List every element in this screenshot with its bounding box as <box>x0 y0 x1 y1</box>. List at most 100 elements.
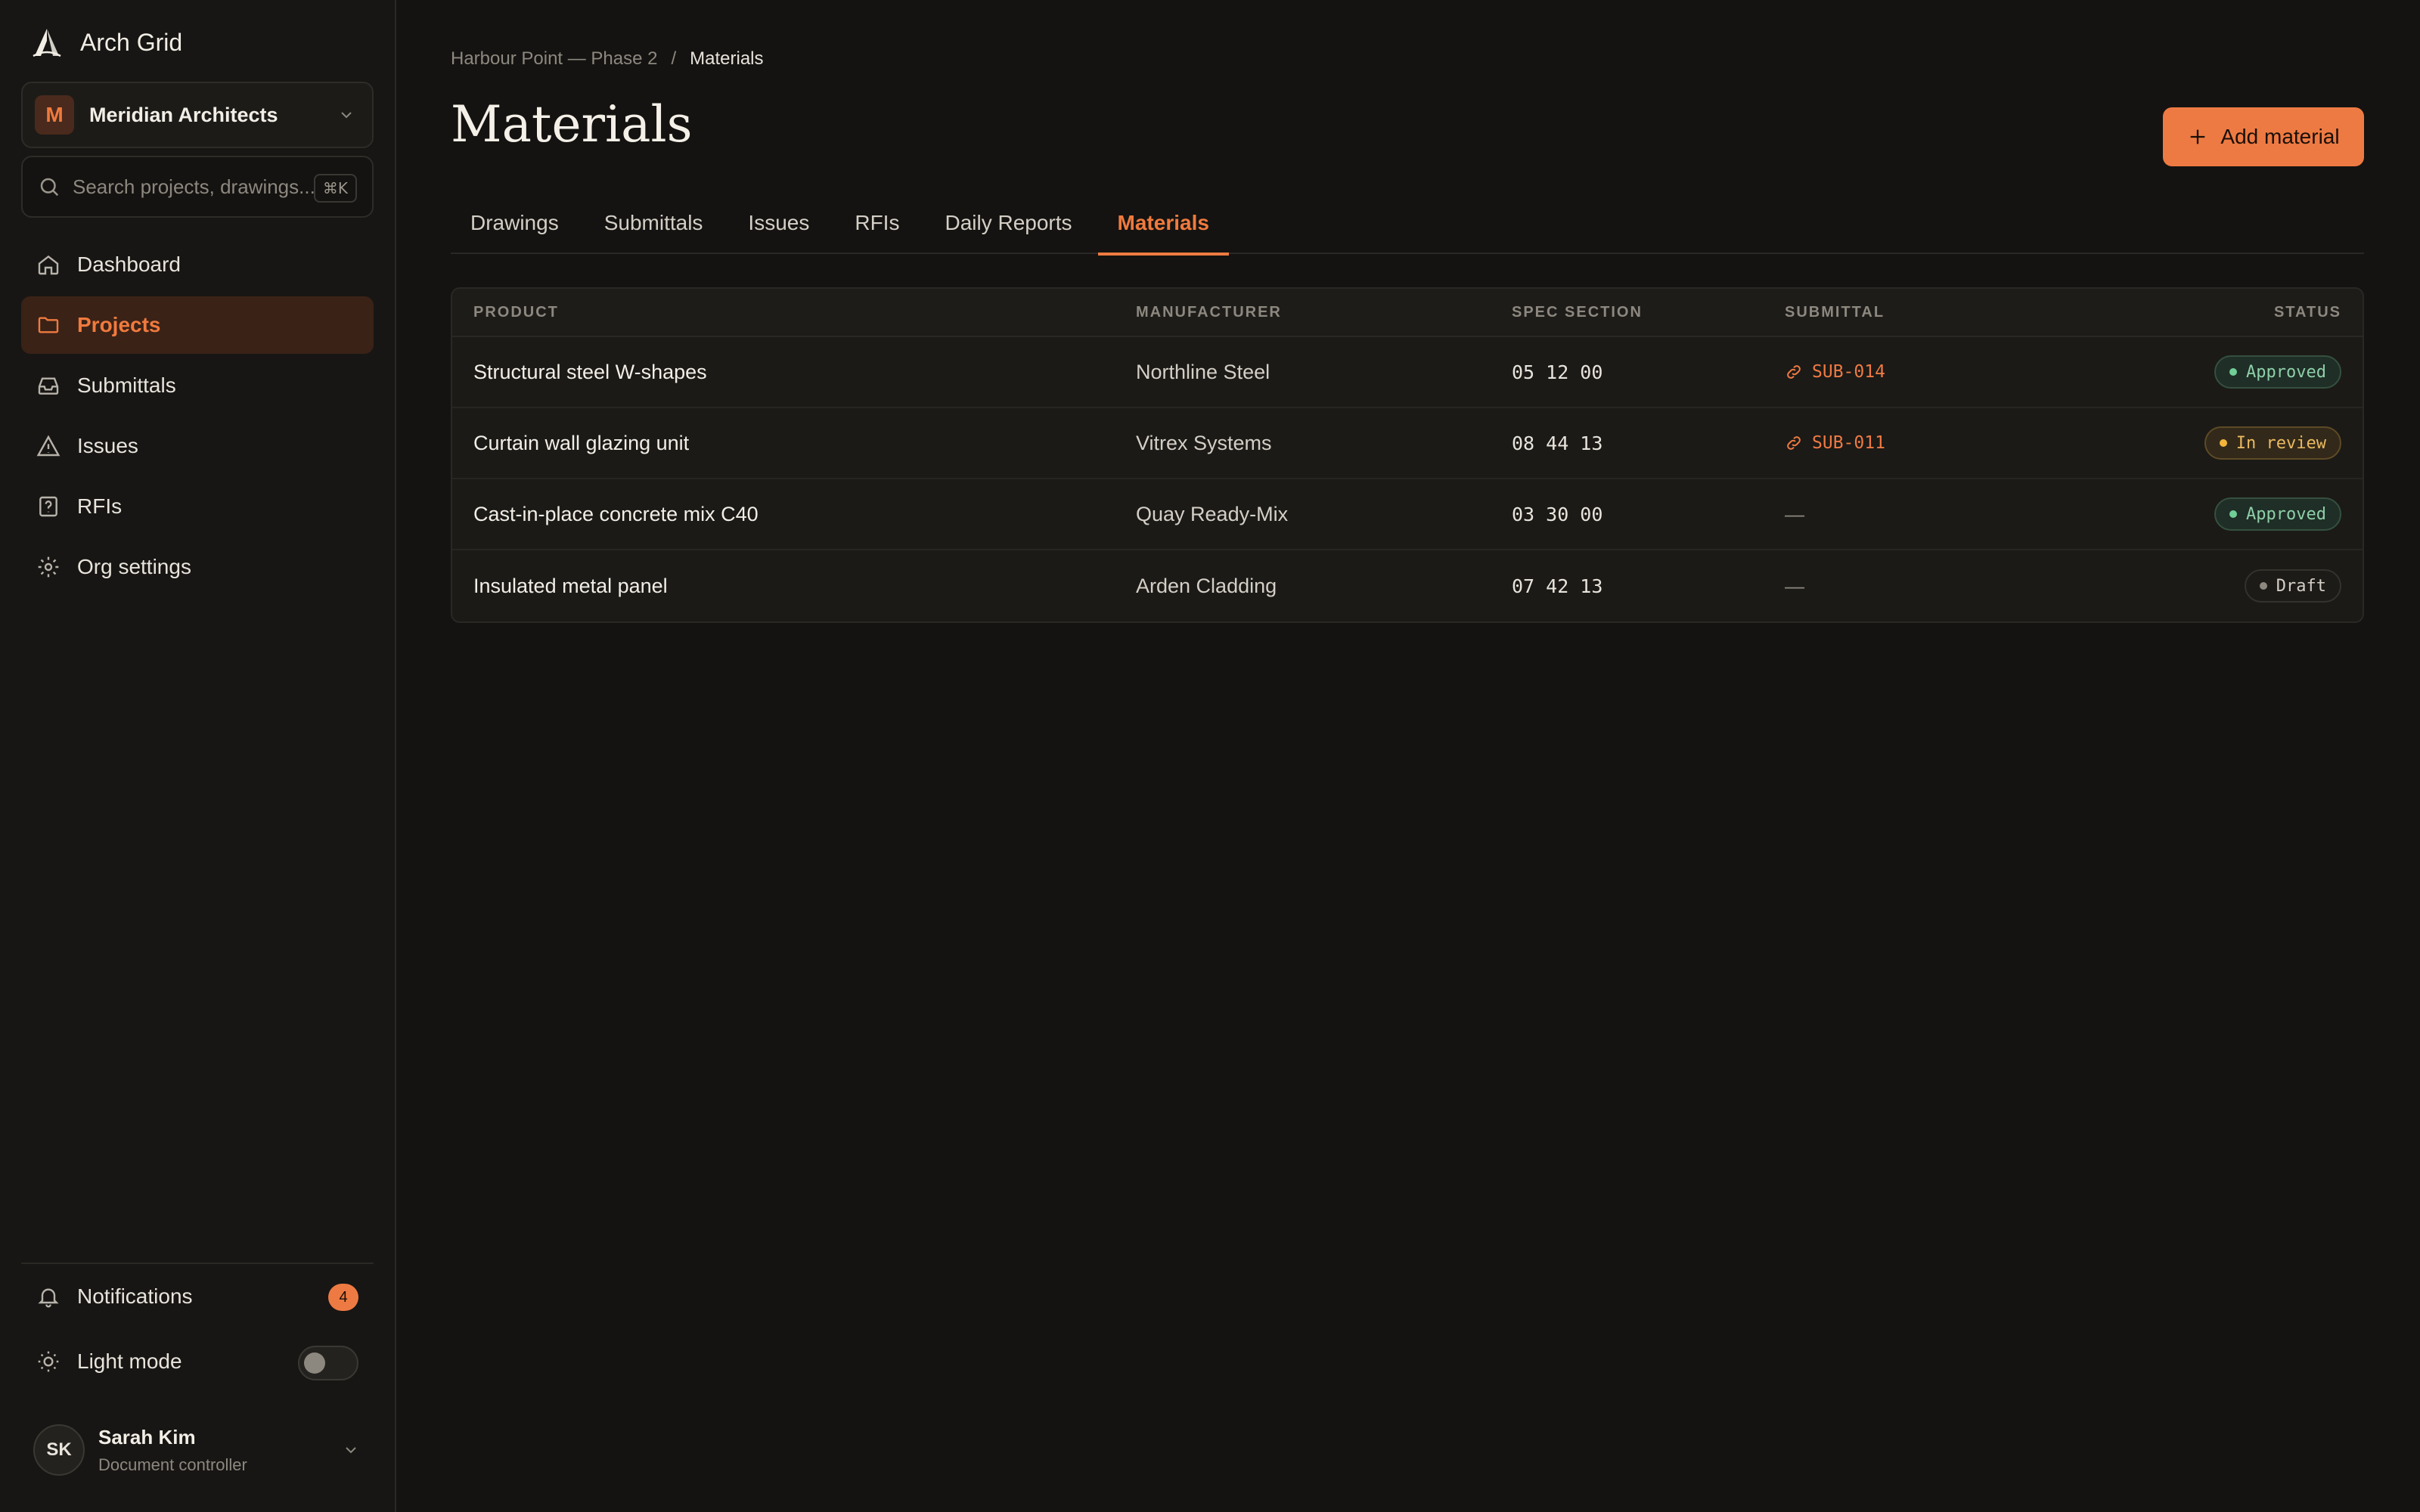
user-role: Document controller <box>98 1455 247 1474</box>
search-input[interactable] <box>73 175 315 199</box>
org-switcher[interactable]: M Meridian Architects <box>21 82 374 148</box>
chevron-down-icon <box>346 1447 356 1454</box>
materials-table: PRODUCT MANUFACTURER SPEC SECTION SUBMIT… <box>451 287 2364 623</box>
tab-rfis[interactable]: RFIs <box>835 192 919 254</box>
spec-cell: 07 42 13 <box>1512 575 1603 597</box>
light-mode-label: Light mode <box>77 1349 182 1373</box>
org-name: Meridian Architects <box>89 103 278 126</box>
manufacturer-cell: Vitrex Systems <box>1136 431 1272 454</box>
arch-logo-icon <box>33 29 61 57</box>
breadcrumb-separator: / <box>671 48 677 69</box>
column-header-status[interactable]: STATUS <box>2087 304 2363 321</box>
submittal-id: SUB-011 <box>1812 433 1885 453</box>
search-box: ⌘K <box>21 156 374 218</box>
sidebar-item-dashboard[interactable]: Dashboard <box>21 236 374 293</box>
avatar: SK <box>33 1424 85 1476</box>
brand-name: Arch Grid <box>80 28 183 56</box>
status-badge: Approved <box>2214 355 2341 389</box>
status-badge: In review <box>2204 426 2341 460</box>
search-icon <box>40 178 59 197</box>
home-icon <box>38 255 59 275</box>
sidebar-item-label: Issues <box>77 434 138 457</box>
help-icon <box>39 496 57 517</box>
tab-submittals[interactable]: Submittals <box>585 192 723 254</box>
project-tabs: Drawings Submittals Issues RFIs Daily Re… <box>451 192 2364 256</box>
status-dot-icon <box>2229 368 2238 376</box>
sidebar-item-label: RFIs <box>77 494 123 518</box>
light-mode-toggle[interactable] <box>298 1346 358 1380</box>
submittal-empty: — <box>1785 574 1804 597</box>
user-menu[interactable]: SK Sarah Kim Document controller <box>21 1414 374 1486</box>
status-badge: Approved <box>2214 497 2341 531</box>
status-label: Approved <box>2246 504 2326 524</box>
org-avatar: M <box>35 95 74 135</box>
table-header: PRODUCT MANUFACTURER SPEC SECTION SUBMIT… <box>452 289 2363 337</box>
sidebar-item-label: Projects <box>77 313 161 336</box>
light-mode-item: Light mode <box>21 1329 374 1394</box>
sidebar-item-issues[interactable]: Issues <box>21 417 374 475</box>
link-icon <box>1787 365 1801 379</box>
table-row[interactable]: Cast-in-place concrete mix C40 Quay Read… <box>452 479 2363 550</box>
status-dot-icon <box>2219 439 2227 447</box>
gear-icon <box>38 556 59 578</box>
sidebar-nav: Dashboard Projects Submittals Issues RFI… <box>21 236 374 599</box>
sun-icon <box>38 1351 59 1372</box>
notifications-label: Notifications <box>77 1284 193 1308</box>
tab-materials[interactable]: Materials <box>1097 192 1230 256</box>
column-header-manufacturer[interactable]: MANUFACTURER <box>1136 304 1512 321</box>
column-header-product[interactable]: PRODUCT <box>452 304 1136 321</box>
warning-icon <box>36 435 60 457</box>
status-label: Draft <box>2276 576 2326 596</box>
spec-cell: 05 12 00 <box>1512 361 1603 383</box>
bell-icon <box>38 1288 59 1308</box>
sidebar-footer: Notifications 4 Light mode <box>21 1263 374 1394</box>
sidebar-item-rfis[interactable]: RFIs <box>21 478 374 535</box>
product-cell: Insulated metal panel <box>473 574 668 597</box>
status-dot-icon <box>2259 582 2267 590</box>
table-row[interactable]: Insulated metal panel Arden Cladding 07 … <box>452 550 2363 621</box>
chevron-down-icon <box>341 112 352 119</box>
inbox-icon <box>38 377 59 395</box>
breadcrumb: Harbour Point — Phase 2 / Materials <box>451 48 764 70</box>
column-header-spec-section[interactable]: SPEC SECTION <box>1512 304 1785 321</box>
sidebar: Arch Grid M Meridian Architects ⌘K Dashb… <box>0 0 396 1512</box>
plus-icon <box>2191 129 2205 144</box>
page-title: Materials <box>451 95 693 153</box>
status-dot-icon <box>2229 510 2238 518</box>
tab-drawings[interactable]: Drawings <box>451 192 579 254</box>
manufacturer-cell: Northline Steel <box>1136 360 1270 383</box>
sidebar-item-label: Org settings <box>77 555 191 578</box>
submittal-link[interactable]: SUB-014 <box>1785 362 2087 382</box>
product-cell: Curtain wall glazing unit <box>473 431 690 454</box>
sidebar-item-org-settings[interactable]: Org settings <box>21 538 374 596</box>
submittal-id: SUB-014 <box>1812 362 1885 382</box>
sidebar-item-submittals[interactable]: Submittals <box>21 357 374 414</box>
spec-cell: 03 30 00 <box>1512 503 1603 525</box>
status-label: In review <box>2235 433 2326 453</box>
sidebar-item-projects[interactable]: Projects <box>21 296 374 354</box>
submittal-empty: — <box>1785 502 1804 525</box>
submittal-link[interactable]: SUB-011 <box>1785 433 2087 453</box>
tab-issues[interactable]: Issues <box>728 192 829 254</box>
link-icon <box>1787 436 1801 450</box>
breadcrumb-project[interactable]: Harbour Point — Phase 2 <box>451 48 657 69</box>
notifications-count-badge: 4 <box>328 1284 358 1311</box>
column-header-submittal[interactable]: SUBMITTAL <box>1785 304 2087 321</box>
sidebar-item-label: Dashboard <box>77 253 181 276</box>
notifications-item[interactable]: Notifications 4 <box>21 1264 374 1329</box>
spec-cell: 08 44 13 <box>1512 432 1603 454</box>
status-label: Approved <box>2246 362 2326 382</box>
table-row[interactable]: Structural steel W-shapes Northline Stee… <box>452 337 2363 408</box>
user-name: Sarah Kim <box>98 1425 196 1448</box>
folder-icon <box>38 317 59 333</box>
status-badge: Draft <box>2244 569 2341 603</box>
sidebar-item-label: Submittals <box>77 373 176 397</box>
tab-daily-reports[interactable]: Daily Reports <box>925 192 1091 254</box>
product-cell: Cast-in-place concrete mix C40 <box>473 502 759 525</box>
table-row[interactable]: Curtain wall glazing unit Vitrex Systems… <box>452 408 2363 479</box>
add-material-label: Add material <box>2220 125 2340 148</box>
brand[interactable]: Arch Grid <box>30 26 182 59</box>
manufacturer-cell: Arden Cladding <box>1136 574 1277 597</box>
add-material-button[interactable]: Add material <box>2163 107 2364 166</box>
product-cell: Structural steel W-shapes <box>473 360 707 383</box>
